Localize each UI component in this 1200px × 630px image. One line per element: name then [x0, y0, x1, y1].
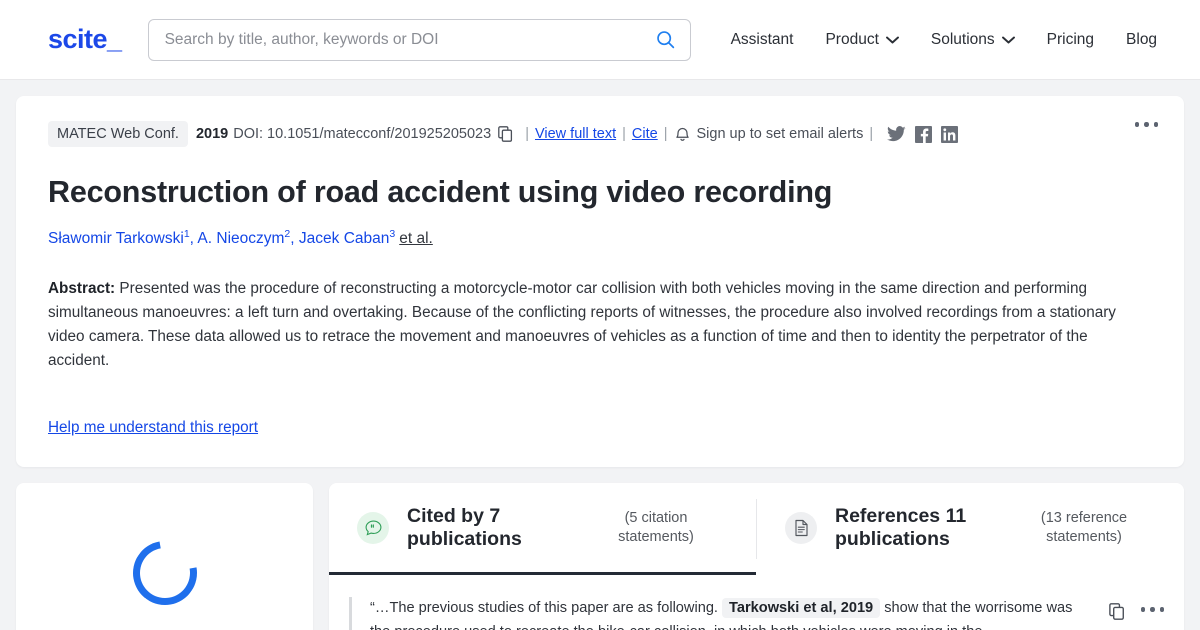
dot [1140, 607, 1145, 612]
help-understand-report-link[interactable]: Help me understand this report [48, 419, 258, 437]
statement-text-before: “…The previous studies of this paper are… [370, 600, 723, 617]
publication-year: 2019 [195, 126, 229, 142]
dot [1144, 122, 1149, 127]
citation-tabs: Cited by 7 publications (5 citation stat… [329, 482, 1184, 576]
nav-label: Product [825, 30, 879, 48]
cite-link[interactable]: Cite [632, 126, 658, 142]
page-title: Reconstruction of road accident using vi… [48, 175, 833, 209]
page-body: MATEC Web Conf. 2019 DOI: 10.1051/matecc… [0, 80, 1200, 630]
author-affiliation-marker: 3 [389, 228, 396, 241]
citing-paper-badge[interactable]: Tarkowski et al, 2019 [722, 598, 881, 619]
nav-label: Solutions [930, 30, 995, 48]
linkedin-icon[interactable] [941, 125, 959, 143]
paper-card: MATEC Web Conf. 2019 DOI: 10.1051/matecc… [16, 96, 1184, 467]
tab-cited-by-sub: (5 citation statements) [618, 510, 694, 546]
meta-separator: | [663, 126, 668, 142]
meta-separator: | [622, 126, 626, 142]
search-button[interactable] [651, 25, 681, 55]
author-link[interactable]: Sławomir Tarkowski1 [48, 228, 190, 248]
meta-separator: | [525, 126, 529, 142]
site-header: scite_ Assistant Product Solutions Pr [0, 0, 1200, 80]
abstract: Abstract: Presented was the procedure of… [48, 277, 1152, 374]
quote-bubble-icon [357, 512, 389, 545]
copy-statement-icon[interactable] [1108, 599, 1125, 620]
author-name: A. Nieoczym [197, 230, 285, 248]
nav-item-blog[interactable]: Blog [1110, 23, 1173, 57]
nav-label: Blog [1126, 30, 1158, 48]
abstract-text: Presented was the procedure of reconstru… [48, 279, 1116, 370]
statement-more-options-button[interactable] [1140, 599, 1164, 612]
social-share-group [887, 125, 959, 143]
bell-icon[interactable] [675, 126, 690, 143]
tab-cited-by[interactable]: Cited by 7 publications (5 citation stat… [329, 482, 756, 576]
loading-spinner-icon [119, 528, 210, 618]
et-al-link[interactable]: et al. [399, 230, 433, 247]
chevron-down-icon [1001, 31, 1015, 49]
nav-label: Pricing [1046, 30, 1095, 48]
author-comma: , [189, 230, 194, 248]
scite-logo[interactable]: scite_ [48, 24, 122, 55]
nav-item-pricing[interactable]: Pricing [1031, 23, 1110, 57]
search-box [147, 18, 691, 61]
citation-statement-text: “…The previous studies of this paper are… [370, 597, 1109, 630]
paper-more-options-button[interactable] [1131, 118, 1163, 131]
main-nav: Assistant Product Solutions Pricing Blog [715, 23, 1174, 57]
statement-actions [1108, 597, 1164, 630]
nav-label: Assistant [730, 30, 794, 48]
author-link[interactable]: A. Nieoczym2 [197, 228, 290, 248]
tab-cited-by-label: Cited by 7 publications [407, 504, 522, 551]
citation-chart-panel [16, 482, 313, 630]
search-input[interactable] [147, 18, 691, 61]
nav-item-assistant[interactable]: Assistant [715, 23, 810, 57]
nav-item-solutions[interactable]: Solutions [915, 23, 1031, 57]
copy-doi-icon[interactable] [498, 126, 513, 142]
dot [1153, 122, 1158, 127]
author-comma: , [290, 230, 295, 248]
paper-meta-bar: MATEC Web Conf. 2019 DOI: 10.1051/matecc… [48, 120, 1152, 148]
citation-statement-area: “…The previous studies of this paper are… [329, 575, 1184, 630]
dot [1134, 122, 1139, 127]
journal-badge: MATEC Web Conf. [48, 121, 188, 147]
facebook-icon[interactable] [915, 125, 933, 143]
email-alerts-label[interactable]: Sign up to set email alerts [696, 126, 863, 142]
meta-separator: | [869, 126, 874, 142]
view-full-text-link[interactable]: View full text [535, 126, 616, 142]
dot [1150, 607, 1155, 612]
abstract-label: Abstract: [48, 279, 116, 297]
nav-item-product[interactable]: Product [809, 23, 914, 57]
doi-text: DOI: 10.1051/matecconf/201925205023 [233, 126, 492, 142]
tab-references-label: References 11 publications [835, 504, 967, 551]
document-icon [785, 512, 817, 545]
author-name: Jacek Caban [298, 230, 390, 248]
tab-references-sub: (13 reference statements) [1040, 510, 1128, 546]
citations-panel: Cited by 7 publications (5 citation stat… [329, 482, 1184, 630]
lower-region: Cited by 7 publications (5 citation stat… [16, 482, 1184, 630]
citation-statement-item: “…The previous studies of this paper are… [349, 597, 1164, 630]
author-list: Sławomir Tarkowski1, A. Nieoczym2, Jacek… [48, 227, 1152, 250]
author-link[interactable]: Jacek Caban3 [298, 228, 396, 248]
author-name: Sławomir Tarkowski [48, 230, 184, 248]
dot [1159, 607, 1164, 612]
search-icon [657, 31, 675, 49]
chevron-down-icon [885, 31, 899, 49]
tab-references[interactable]: References 11 publications (13 reference… [757, 482, 1184, 576]
twitter-icon[interactable] [887, 125, 906, 143]
